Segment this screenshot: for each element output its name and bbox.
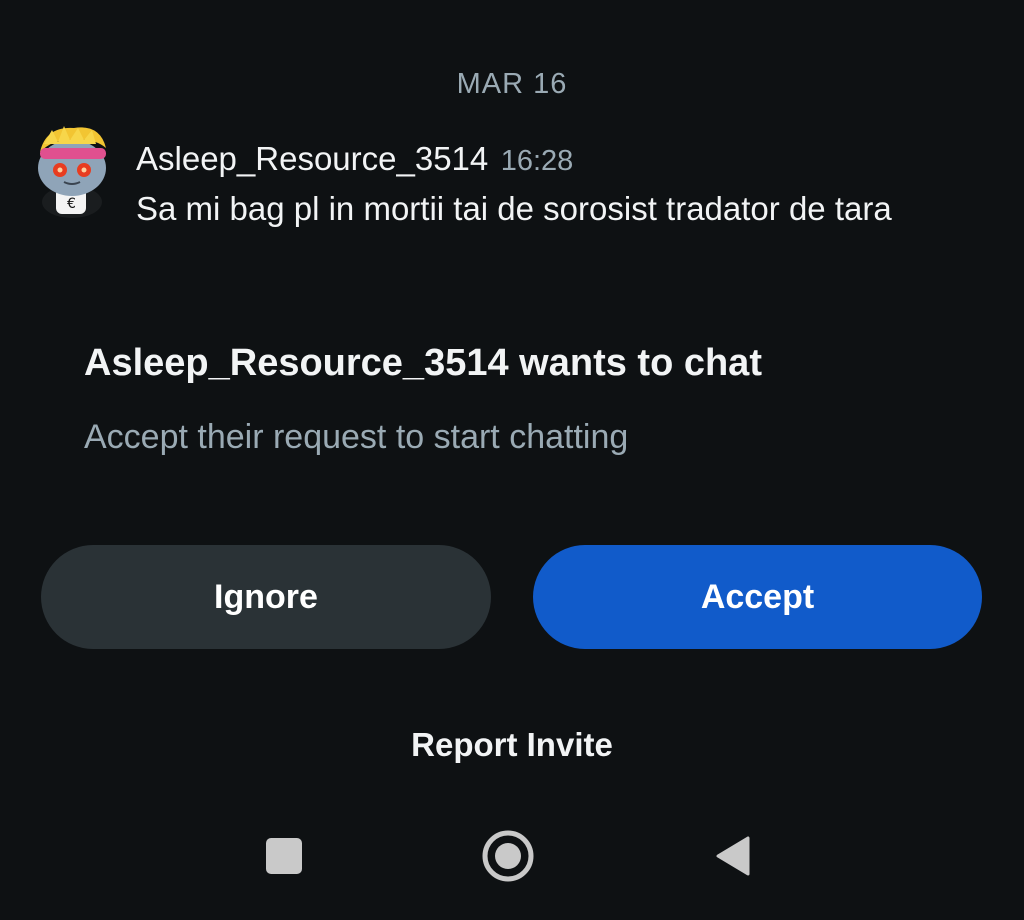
back-button[interactable] bbox=[704, 828, 760, 884]
svg-text:€: € bbox=[67, 196, 76, 212]
ignore-button-label: Ignore bbox=[214, 577, 318, 616]
message-text: Sa mi bag pl in mortii tai de sorosist t… bbox=[136, 190, 892, 227]
triangle-back-icon bbox=[716, 836, 750, 876]
square-icon bbox=[266, 838, 302, 874]
username[interactable]: Asleep_Resource_3514 bbox=[136, 140, 488, 177]
report-invite-link[interactable]: Report Invite bbox=[0, 726, 1024, 764]
accept-button[interactable]: Accept bbox=[533, 545, 982, 649]
accept-button-label: Accept bbox=[700, 577, 815, 616]
circle-icon bbox=[482, 830, 534, 882]
android-navigation-bar bbox=[0, 828, 1024, 888]
recents-button[interactable] bbox=[256, 828, 312, 884]
chat-message: € Asleep_Resource_3514 16:28 Sa mi bag p… bbox=[30, 122, 1000, 232]
date-separator: MAR 16 bbox=[456, 68, 568, 100]
home-button[interactable] bbox=[480, 828, 536, 884]
ignore-button[interactable]: Ignore bbox=[41, 545, 491, 649]
message-header: Asleep_Resource_3514 16:28 bbox=[136, 140, 573, 178]
chat-request-subtitle: Accept their request to start chatting bbox=[84, 418, 629, 456]
chat-request-title: Asleep_Resource_3514 wants to chat bbox=[84, 342, 762, 384]
message-timestamp: 16:28 bbox=[500, 145, 574, 177]
user-avatar-icon[interactable]: € bbox=[34, 122, 114, 218]
